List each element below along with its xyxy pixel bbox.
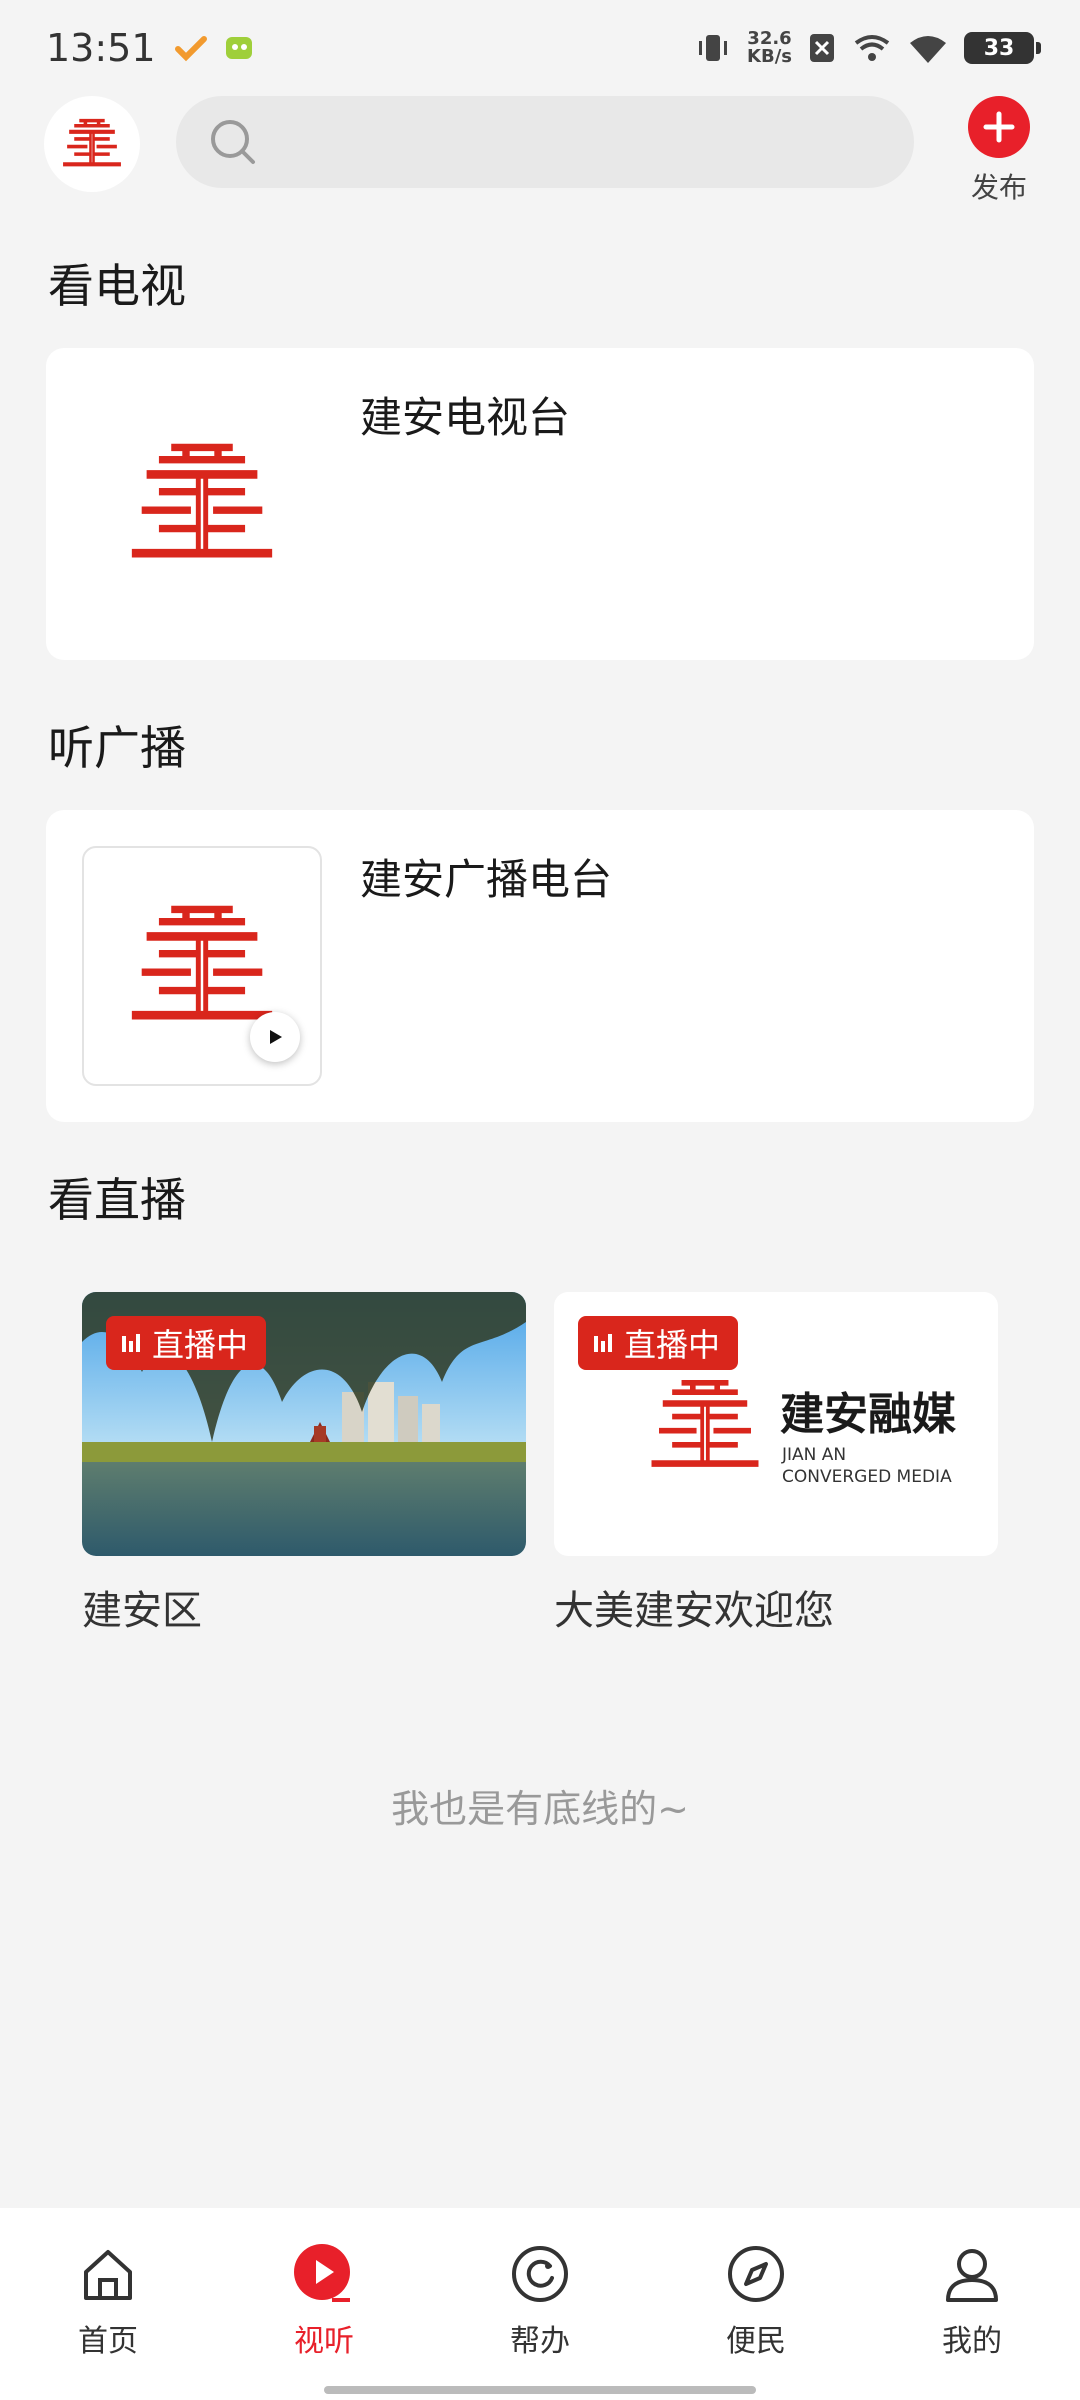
tv-channel-card[interactable]: 建安电视台 (46, 348, 1034, 660)
user-icon (940, 2242, 1004, 2306)
live-thumbnail-lake: 直播中 (82, 1292, 526, 1556)
section-title-tv: 看电视 (48, 259, 186, 313)
live-item-label: 建安区 (82, 1588, 202, 1634)
radio-channel-card[interactable]: 建安广播电台 (46, 810, 1034, 1122)
plus-icon (968, 96, 1030, 158)
live-thumbnail-logo: 建安融媒 JIAN AN CONVERGED MEDIA 直播中 (554, 1292, 998, 1556)
jianan-logo-icon (63, 118, 121, 167)
home-indicator[interactable] (324, 2386, 756, 2394)
app-notification-icon-2 (225, 37, 252, 59)
jianan-logo-icon (651, 1380, 759, 1467)
radio-channel-name: 建安广播电台 (360, 855, 613, 904)
live-item-label: 大美建安欢迎您 (554, 1588, 834, 1634)
app-notification-icon (174, 36, 207, 62)
live-badge: 直播中 (578, 1316, 739, 1370)
bottom-navigation: 首页 视听 帮办 便民 我的 (0, 2208, 1080, 2400)
top-header: 发布 (0, 96, 1080, 216)
radio-channel-logo (82, 846, 322, 1086)
tv-channel-name: 建安电视台 (360, 393, 571, 442)
live-item-jianan-district[interactable]: 直播中 建安区 (82, 1292, 526, 1636)
nav-item-profile[interactable]: 我的 (864, 2208, 1080, 2400)
section-title-live: 看直播 (48, 1173, 186, 1227)
publish-label: 发布 (970, 171, 1027, 204)
network-speed: 32.6 KB/s (747, 28, 792, 67)
mobile-signal-icon (854, 35, 890, 61)
help-icon (508, 2242, 572, 2306)
status-bar: 13:51 32.6 KB/s 33 (0, 0, 1080, 96)
live-badge: 直播中 (106, 1316, 267, 1370)
brand-logo-subtext: JIAN AN CONVERGED MEDIA (782, 1445, 952, 1487)
compass-icon (724, 2242, 788, 2306)
brand-logo-text: 建安融媒 (780, 1389, 956, 1440)
play-icon (292, 2242, 356, 2306)
nav-item-help[interactable]: 帮办 (432, 2208, 648, 2400)
section-title-radio: 听广播 (48, 721, 186, 775)
live-item-welcome[interactable]: 建安融媒 JIAN AN CONVERGED MEDIA 直播中 大美建安欢迎您 (554, 1292, 998, 1636)
tv-channel-logo (82, 384, 322, 624)
wifi-icon (910, 36, 946, 63)
status-time: 13:51 (46, 26, 156, 70)
search-bar[interactable] (176, 96, 914, 188)
nav-item-media[interactable]: 视听 (216, 2208, 432, 2400)
live-bars-icon (122, 1334, 140, 1352)
jianan-logo-icon (131, 443, 273, 558)
live-bars-icon (594, 1334, 612, 1352)
jianan-logo-icon (131, 905, 273, 1020)
home-icon (76, 2242, 140, 2306)
publish-button[interactable]: 发布 (962, 96, 1036, 206)
app-logo-avatar[interactable] (44, 96, 140, 192)
battery-indicator: 33 (964, 32, 1041, 64)
end-of-list-note: 我也是有底线的~ (391, 1787, 689, 1831)
search-icon (211, 120, 255, 164)
sim-off-icon (810, 34, 834, 62)
nav-item-services[interactable]: 便民 (648, 2208, 864, 2400)
search-input[interactable] (276, 123, 876, 161)
nav-item-home[interactable]: 首页 (0, 2208, 216, 2400)
play-icon[interactable] (250, 1012, 300, 1062)
vibrate-icon (699, 35, 728, 61)
